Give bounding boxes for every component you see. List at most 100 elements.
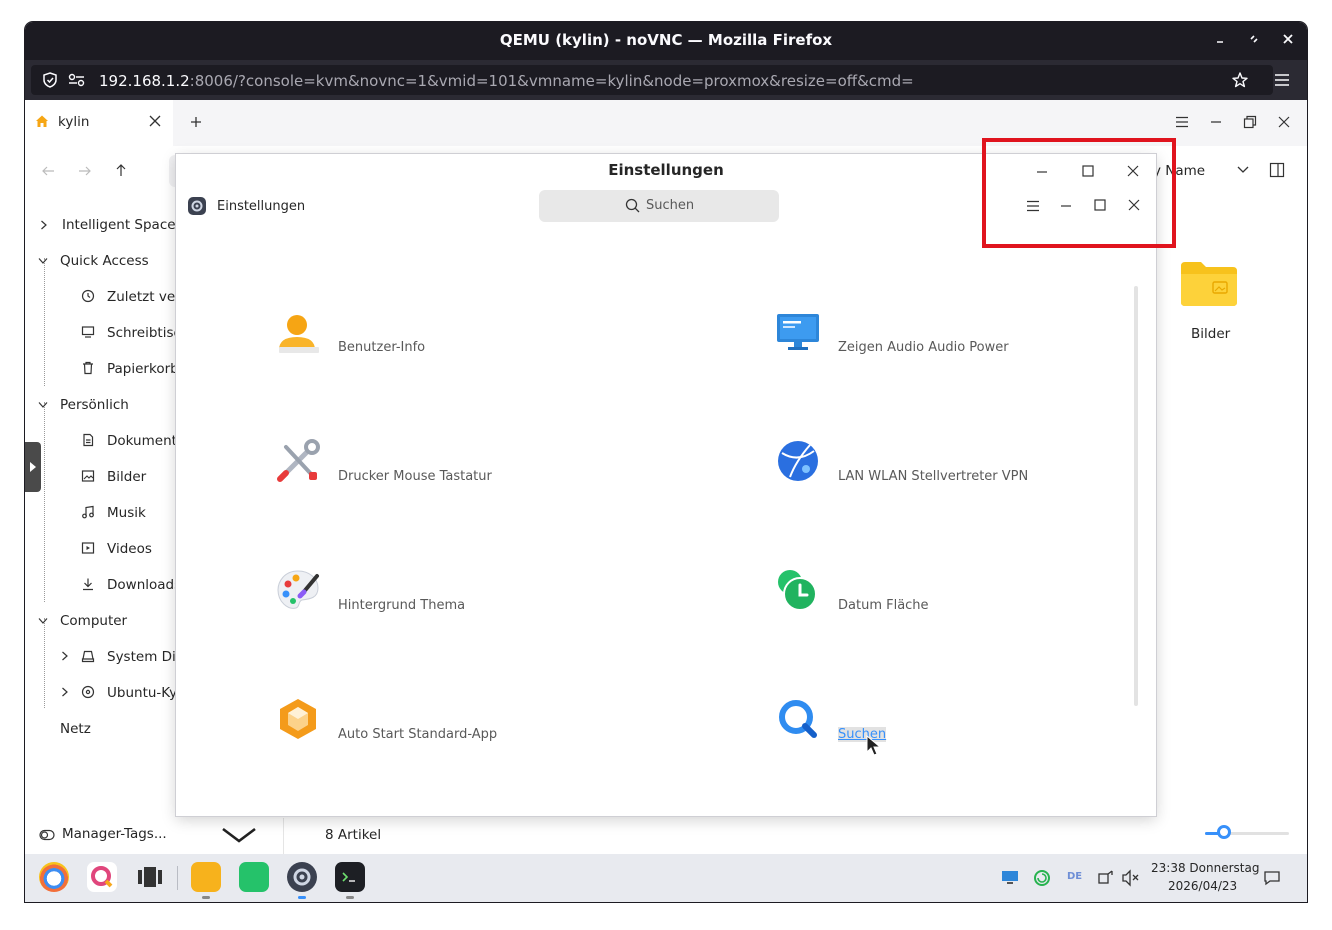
category-label: Benutzer-Info bbox=[338, 340, 426, 355]
category-label: Zeigen Audio Audio Power bbox=[838, 340, 1009, 355]
app-active-indicator bbox=[298, 896, 306, 899]
download-icon bbox=[83, 578, 93, 591]
file-manager-app-icon[interactable] bbox=[191, 862, 221, 892]
terminal-app-icon[interactable] bbox=[335, 862, 365, 892]
gear-icon bbox=[293, 868, 311, 886]
multitask-view-icon[interactable] bbox=[135, 862, 165, 892]
network-tray-icon[interactable] bbox=[1097, 869, 1115, 887]
search-app-icon[interactable] bbox=[87, 862, 117, 892]
manager-tags-label[interactable]: Manager-Tags... bbox=[62, 826, 167, 842]
tools-icon bbox=[277, 439, 320, 482]
multitask-glyph bbox=[138, 867, 162, 887]
settings-app-icon[interactable] bbox=[287, 862, 317, 892]
close-button[interactable] bbox=[1279, 32, 1297, 50]
clock-date[interactable]: 2026/04/23 bbox=[1168, 879, 1237, 893]
terminal-glyph bbox=[342, 872, 355, 882]
start-menu-icon[interactable] bbox=[39, 862, 69, 892]
sidebar-item-documents[interactable]: Dokumente bbox=[107, 433, 185, 449]
taskbar-divider bbox=[177, 866, 178, 890]
keyboard-layout-indicator[interactable]: DE bbox=[1067, 871, 1082, 882]
category-personalize[interactable]: Hintergrund Thema bbox=[276, 568, 576, 624]
sidebar-item-network[interactable]: Netz bbox=[60, 721, 91, 737]
fm-minimize-icon[interactable] bbox=[1209, 116, 1223, 128]
url-path: :8006/?console=kvm&novnc=1&vmid=101&vmna… bbox=[189, 72, 914, 90]
palette-icon bbox=[277, 570, 319, 609]
category-system[interactable]: Zeigen Audio Audio Power bbox=[776, 310, 1076, 366]
fm-restore-icon[interactable] bbox=[1243, 115, 1257, 129]
url-field[interactable]: 192.168.1.2:8006/?console=kvm&novnc=1&vm… bbox=[31, 65, 1273, 95]
settings-app-icon bbox=[188, 197, 206, 215]
monitor-tray-icon[interactable] bbox=[1001, 870, 1019, 886]
category-network[interactable]: LAN WLAN Stellvertreter VPN bbox=[776, 439, 1076, 495]
category-devices[interactable]: Drucker Mouse Tastatur bbox=[276, 439, 576, 495]
tab-kylin[interactable]: kylin bbox=[25, 100, 173, 146]
chevron-down-icon[interactable] bbox=[221, 826, 257, 844]
bookmark-star-icon[interactable] bbox=[1231, 71, 1249, 89]
taskbar: DE 23:38 Donnerstag 2026/04/23 bbox=[25, 854, 1307, 902]
item-count: 8 Artikel bbox=[325, 827, 382, 843]
sidebar-item-computer[interactable]: Computer bbox=[60, 613, 127, 629]
volume-muted-icon[interactable] bbox=[1121, 869, 1141, 887]
up-arrow-icon[interactable] bbox=[115, 163, 127, 177]
image-icon bbox=[81, 470, 95, 482]
chevron-right-icon[interactable] bbox=[40, 220, 48, 230]
hamburger-menu-icon[interactable] bbox=[1273, 72, 1291, 88]
chevron-right-icon[interactable] bbox=[61, 687, 69, 697]
app-running-indicator bbox=[346, 896, 354, 899]
monitor-icon bbox=[777, 314, 819, 350]
search-magnifier-icon bbox=[779, 700, 817, 738]
search-app-glyph bbox=[91, 866, 113, 888]
preview-pane-icon[interactable] bbox=[1269, 162, 1285, 178]
chevron-right-icon[interactable] bbox=[61, 651, 69, 661]
globe-icon bbox=[778, 441, 818, 481]
chevron-down-icon[interactable] bbox=[38, 617, 48, 625]
sync-tray-icon[interactable] bbox=[1033, 869, 1051, 887]
sidebar-item-intelligent-space[interactable]: Intelligent Space bbox=[62, 217, 176, 233]
settings-scrollbar[interactable] bbox=[1134, 286, 1138, 706]
back-arrow-icon[interactable] bbox=[41, 165, 55, 177]
folder-icon[interactable] bbox=[1179, 258, 1239, 308]
tree-line bbox=[44, 618, 45, 708]
sidebar-item-personal[interactable]: Persönlich bbox=[60, 397, 129, 413]
chevron-down-icon[interactable] bbox=[1237, 166, 1249, 174]
forward-arrow-icon[interactable] bbox=[78, 165, 92, 177]
sidebar-item-videos[interactable]: Videos bbox=[107, 541, 152, 557]
clock-time[interactable]: 23:38 Donnerstag bbox=[1151, 861, 1259, 875]
expand-arrow-icon bbox=[30, 462, 36, 472]
sidebar-item-pictures[interactable]: Bilder bbox=[107, 469, 146, 485]
category-search[interactable]: Suchen bbox=[776, 697, 1076, 756]
user-icon bbox=[279, 315, 319, 353]
sidebar-item-quick-access[interactable]: Quick Access bbox=[60, 253, 149, 269]
tree-line bbox=[44, 258, 45, 386]
new-tab-icon[interactable] bbox=[189, 115, 203, 129]
url-host: 192.168.1.2 bbox=[99, 72, 190, 90]
settings-search-input[interactable]: Suchen bbox=[539, 190, 779, 222]
notification-icon[interactable] bbox=[1263, 870, 1281, 886]
chevron-down-icon[interactable] bbox=[38, 257, 48, 265]
tab-close-icon[interactable] bbox=[149, 115, 161, 127]
fm-close-icon[interactable] bbox=[1277, 115, 1291, 129]
url-text[interactable]: 192.168.1.2:8006/?console=kvm&novnc=1&vm… bbox=[99, 72, 914, 90]
fm-menu-icon[interactable] bbox=[1175, 116, 1189, 128]
close-icon bbox=[1283, 34, 1293, 44]
permissions-icon[interactable] bbox=[67, 72, 87, 88]
shield-icon[interactable] bbox=[41, 71, 59, 89]
category-user-info[interactable]: Benutzer-Info bbox=[276, 310, 576, 366]
software-store-app-icon[interactable] bbox=[239, 862, 269, 892]
sidebar-item-music[interactable]: Musik bbox=[107, 505, 146, 521]
sidebar-item-ubuntu[interactable]: Ubuntu-Kyl bbox=[107, 685, 181, 701]
category-datetime[interactable]: Datum Fläche bbox=[776, 568, 1076, 624]
sidebar-item-downloads[interactable]: Downloads bbox=[107, 577, 181, 593]
window-title: QEMU (kylin) - noVNC — Mozilla Firefox bbox=[499, 31, 833, 49]
novnc-control-handle[interactable] bbox=[25, 442, 41, 492]
tree-line bbox=[44, 402, 45, 602]
restore-button[interactable] bbox=[1245, 32, 1263, 50]
search-icon bbox=[625, 198, 640, 213]
divider bbox=[283, 818, 284, 856]
category-applications[interactable]: Auto Start Standard-App bbox=[276, 697, 576, 753]
minimize-button[interactable] bbox=[1211, 32, 1229, 50]
zoom-slider-handle[interactable] bbox=[1217, 825, 1231, 839]
filemanager-statusbar: Manager-Tags... 8 Artikel bbox=[25, 818, 1307, 856]
chevron-down-icon[interactable] bbox=[38, 401, 48, 409]
sidebar-item-trash[interactable]: Papierkorb bbox=[107, 361, 179, 377]
